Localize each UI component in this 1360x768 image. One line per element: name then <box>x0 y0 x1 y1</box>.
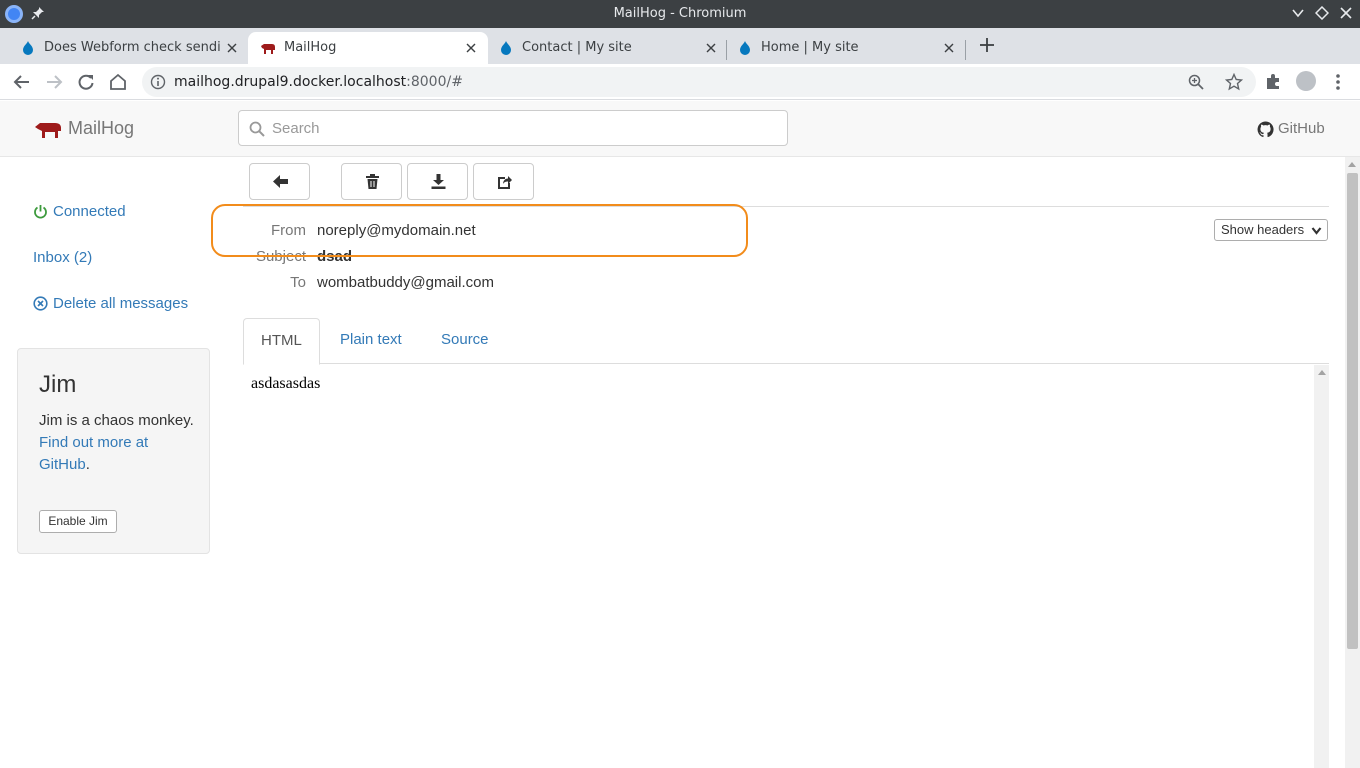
download-icon <box>431 174 446 189</box>
connected-label: Connected <box>53 203 126 220</box>
close-tab-icon[interactable] <box>942 41 956 55</box>
download-message-button[interactable] <box>407 163 468 200</box>
tab-title: Does Webform check sending <box>44 40 220 55</box>
zoom-icon[interactable] <box>1188 74 1204 90</box>
tab-title: MailHog <box>284 40 337 55</box>
bookmark-star-icon[interactable] <box>1225 73 1243 91</box>
remove-circle-icon <box>33 296 48 311</box>
tab-separator <box>965 40 966 60</box>
arrow-left-icon <box>273 175 288 188</box>
drupal-icon <box>501 41 511 55</box>
window-titlebar: MailHog - Chromium <box>0 0 1360 28</box>
delete-message-button[interactable] <box>341 163 402 200</box>
release-message-button[interactable] <box>473 163 534 200</box>
search-input[interactable] <box>272 118 772 138</box>
to-value: wombatbuddy@gmail.com <box>317 274 494 291</box>
github-icon <box>1257 121 1274 138</box>
forward-arrow-icon[interactable] <box>44 72 64 92</box>
inbox-label: Inbox (2) <box>33 249 93 266</box>
jim-panel: Jim Jim is a chaos monkey. Find out more… <box>17 348 210 554</box>
search-icon <box>249 121 265 137</box>
preview-scrollbar[interactable] <box>1314 365 1329 768</box>
url-port-path: :8000/# <box>406 74 463 90</box>
enable-jim-button[interactable]: Enable Jim <box>39 510 117 533</box>
sidebar: Connected Inbox (2) Delete all messages … <box>0 157 230 768</box>
close-window-icon[interactable] <box>1339 6 1353 20</box>
back-arrow-icon[interactable] <box>12 72 32 92</box>
body-format-tabs: HTML Plain text Source <box>243 318 1329 365</box>
scroll-up-arrow-icon[interactable] <box>1348 162 1356 167</box>
url-text[interactable]: mailhog.drupal9.docker.localhost:8000/# <box>174 74 463 90</box>
share-icon <box>498 176 512 189</box>
scroll-up-arrow-icon[interactable] <box>1318 370 1326 375</box>
jim-github-link[interactable]: Find out more at GitHub <box>39 434 148 473</box>
page-scrollbar[interactable] <box>1345 157 1360 768</box>
trash-icon <box>366 174 379 189</box>
tab-strip: Does Webform check sending MailHog Conta… <box>0 28 1360 64</box>
extensions-puzzle-icon[interactable] <box>1264 72 1282 90</box>
profile-avatar-icon[interactable] <box>1296 71 1316 91</box>
site-info-icon[interactable] <box>150 74 166 90</box>
close-tab-icon[interactable] <box>464 41 478 55</box>
from-highlight-annotation <box>211 204 748 257</box>
mailhog-navbar: MailHog GitHub <box>0 101 1360 157</box>
reload-icon[interactable] <box>76 72 96 92</box>
tab-contact[interactable]: Contact | My site <box>486 32 726 64</box>
power-icon <box>34 205 47 219</box>
message-preview: asdasasdas <box>243 365 1329 768</box>
new-tab-plus-icon[interactable] <box>978 36 996 54</box>
scrollbar-thumb[interactable] <box>1347 173 1358 649</box>
jim-title: Jim <box>39 371 77 398</box>
jim-desc-text: Jim is a chaos monkey. <box>39 412 194 429</box>
url-host: mailhog.drupal9.docker.localhost <box>174 74 407 90</box>
drupal-icon <box>740 41 750 55</box>
maximize-diamond-icon[interactable] <box>1315 6 1329 20</box>
tab-title: Contact | My site <box>522 40 632 55</box>
brand-name: MailHog <box>68 118 135 138</box>
to-row: To wombatbuddy@gmail.com <box>243 274 843 294</box>
tab-html[interactable]: HTML <box>243 318 320 365</box>
back-to-inbox-button[interactable] <box>249 163 310 200</box>
address-bar[interactable]: mailhog.drupal9.docker.localhost:8000/# <box>142 67 1256 97</box>
message-body: asdasasdas <box>251 375 321 392</box>
show-headers-label: Show headers <box>1221 222 1305 237</box>
minimize-chevron-icon[interactable] <box>1291 6 1305 20</box>
browser-toolbar: mailhog.drupal9.docker.localhost:8000/# <box>0 64 1360 100</box>
show-headers-button[interactable]: Show headers <box>1214 219 1328 241</box>
browser-menu-icon[interactable] <box>1330 72 1346 92</box>
jim-desc-suffix: . <box>85 456 90 473</box>
chevron-down-icon <box>1311 227 1322 235</box>
tab-home[interactable]: Home | My site <box>725 32 965 64</box>
search-box[interactable] <box>238 110 788 146</box>
to-label: To <box>290 274 306 291</box>
tab-title: Home | My site <box>761 40 859 55</box>
tab-plain-text[interactable]: Plain text <box>323 318 419 364</box>
jim-description: Jim is a chaos monkey. Find out more at … <box>39 410 199 476</box>
github-label: GitHub <box>1278 120 1325 137</box>
close-tab-icon[interactable] <box>704 41 718 55</box>
tab-webform[interactable]: Does Webform check sending <box>8 32 248 64</box>
home-icon[interactable] <box>108 72 128 92</box>
close-tab-icon[interactable] <box>225 41 239 55</box>
tab-source[interactable]: Source <box>424 318 506 364</box>
delete-all-label: Delete all messages <box>53 295 189 312</box>
window-title: MailHog - Chromium <box>613 6 747 21</box>
tab-mailhog[interactable]: MailHog <box>248 32 488 64</box>
drupal-icon <box>23 41 33 55</box>
mailhog-pig-icon <box>35 123 61 138</box>
mailhog-pig-icon <box>261 44 275 54</box>
